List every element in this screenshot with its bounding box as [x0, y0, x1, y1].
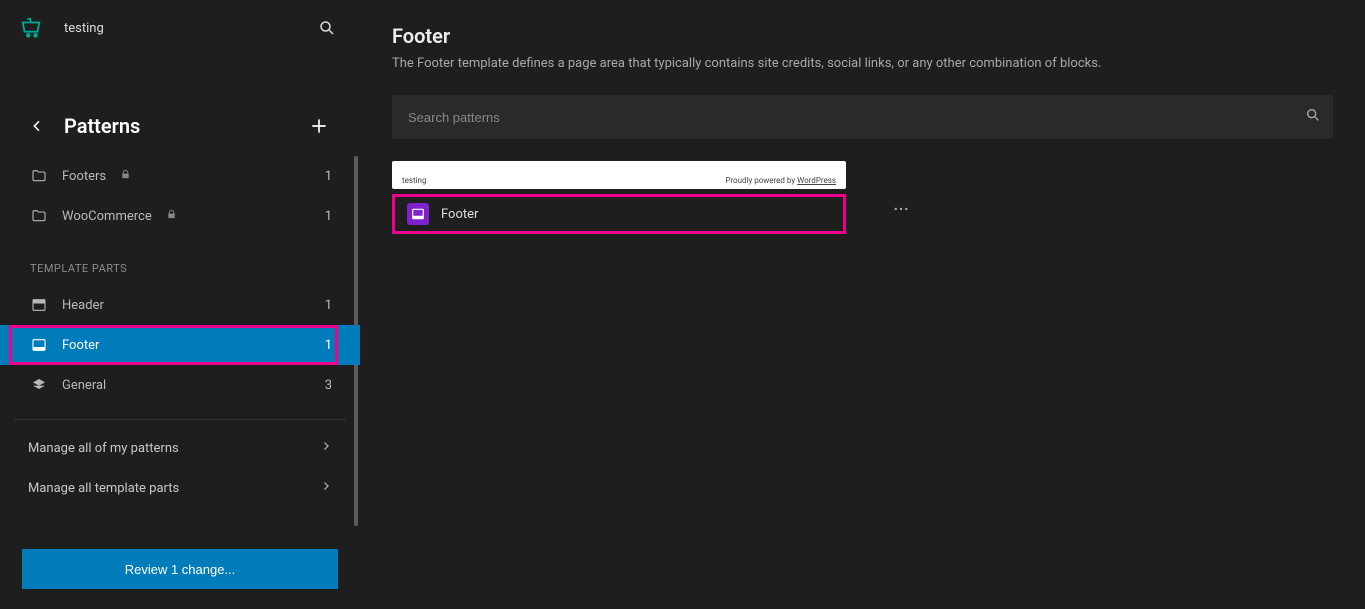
nav-header: Patterns	[0, 96, 360, 156]
template-parts-heading: TEMPLATE PARTS	[0, 236, 360, 285]
item-count: 1	[325, 298, 332, 313]
preview-credit-prefix: Proudly powered by	[725, 176, 797, 185]
review-bar: Review 1 change...	[0, 533, 360, 609]
item-count: 3	[325, 378, 332, 393]
pattern-actions-button[interactable]	[884, 192, 918, 226]
link-label: Manage all template parts	[28, 481, 179, 496]
item-count: 1	[325, 338, 332, 353]
preview-credit: Proudly powered by WordPress	[725, 176, 836, 185]
main-content: Footer The Footer template defines a pag…	[360, 0, 1365, 609]
sidebar-scroll: Footers 1 WooCommerce 1 TEMPLATE PARTS	[0, 156, 360, 533]
sidebar-item-label: Footers	[62, 169, 106, 184]
lock-icon	[166, 209, 177, 223]
sidebar-item-label: Header	[62, 298, 104, 313]
search-icon	[1305, 107, 1321, 127]
item-count: 1	[325, 169, 332, 184]
sidebar: testing Patterns Footers	[0, 0, 360, 609]
search-patterns-input[interactable]	[392, 95, 1333, 139]
pattern-card-title: Footer	[441, 207, 478, 222]
sidebar-item-footer[interactable]: Footer 1	[0, 325, 360, 365]
manage-patterns-link[interactable]: Manage all of my patterns	[0, 428, 360, 468]
item-count: 1	[325, 209, 332, 224]
sidebar-item-header[interactable]: Header 1	[0, 285, 360, 325]
top-band: testing	[0, 0, 360, 56]
pattern-card[interactable]: testing Proudly powered by WordPress Foo…	[392, 161, 846, 234]
back-icon[interactable]	[22, 111, 52, 141]
search-patterns-box	[392, 95, 1333, 139]
sidebar-item-general[interactable]: General 3	[0, 365, 360, 405]
preview-site-name: testing	[402, 176, 426, 185]
link-label: Manage all of my patterns	[28, 441, 179, 456]
footer-block-icon	[407, 203, 429, 225]
footer-block-icon	[30, 336, 48, 354]
chevron-right-icon	[320, 480, 332, 496]
folder-icon	[30, 207, 48, 225]
sidebar-item-footers[interactable]: Footers 1	[0, 156, 360, 196]
sidebar-item-label: General	[62, 378, 106, 393]
site-logo-icon[interactable]	[16, 13, 46, 43]
nav-title: Patterns	[64, 114, 140, 138]
pattern-card-caption[interactable]: Footer	[392, 194, 846, 234]
preview-credit-link: WordPress	[797, 176, 836, 185]
search-icon[interactable]	[310, 11, 344, 45]
general-block-icon	[30, 376, 48, 394]
page-title: Footer	[392, 24, 1333, 48]
sidebar-item-label: Footer	[62, 338, 99, 353]
sidebar-item-woocommerce[interactable]: WooCommerce 1	[0, 196, 360, 236]
review-changes-button[interactable]: Review 1 change...	[22, 549, 338, 589]
manage-template-parts-link[interactable]: Manage all template parts	[0, 468, 360, 508]
sidebar-item-label: WooCommerce	[62, 209, 152, 224]
add-pattern-button[interactable]	[302, 109, 336, 143]
divider	[14, 419, 346, 420]
lock-icon	[120, 169, 131, 183]
template-parts-list: Header 1 Footer 1 General 3	[0, 285, 360, 405]
header-block-icon	[30, 296, 48, 314]
pattern-categories: Footers 1 WooCommerce 1	[0, 156, 360, 236]
site-name[interactable]: testing	[64, 21, 104, 36]
folder-icon	[30, 167, 48, 185]
chevron-right-icon	[320, 440, 332, 456]
page-description: The Footer template defines a page area …	[392, 56, 1333, 71]
pattern-preview: testing Proudly powered by WordPress	[392, 161, 846, 189]
